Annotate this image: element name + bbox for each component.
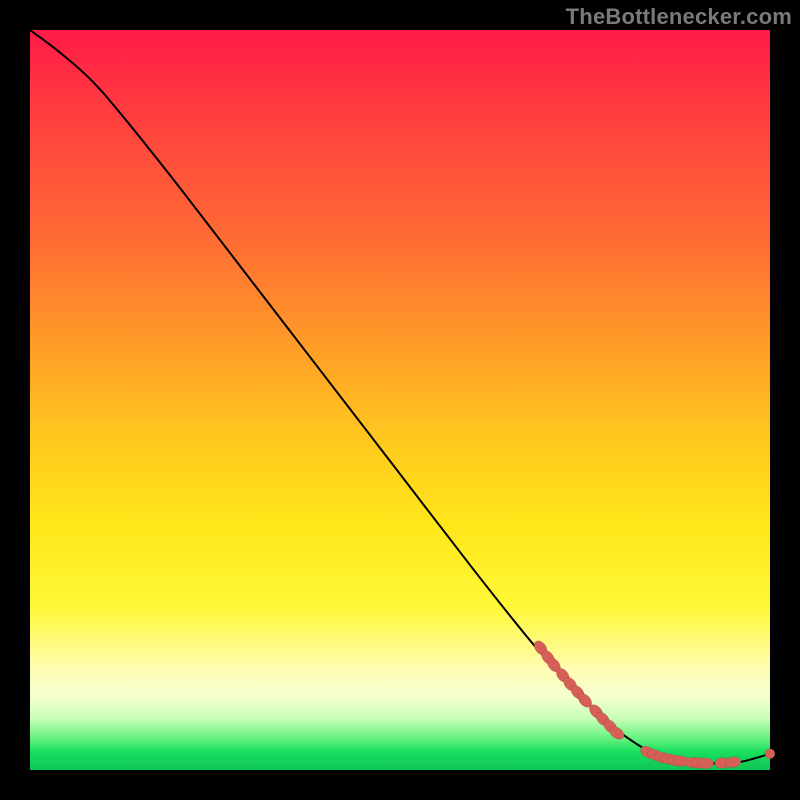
chart-stage: TheBottlenecker.com <box>0 0 800 800</box>
data-marker <box>698 758 714 769</box>
data-marker <box>765 749 775 759</box>
plot-area <box>30 30 770 770</box>
watermark-text: TheBottlenecker.com <box>566 4 792 30</box>
curve-line <box>30 30 770 763</box>
markers-group <box>532 638 775 769</box>
chart-svg <box>30 30 770 770</box>
